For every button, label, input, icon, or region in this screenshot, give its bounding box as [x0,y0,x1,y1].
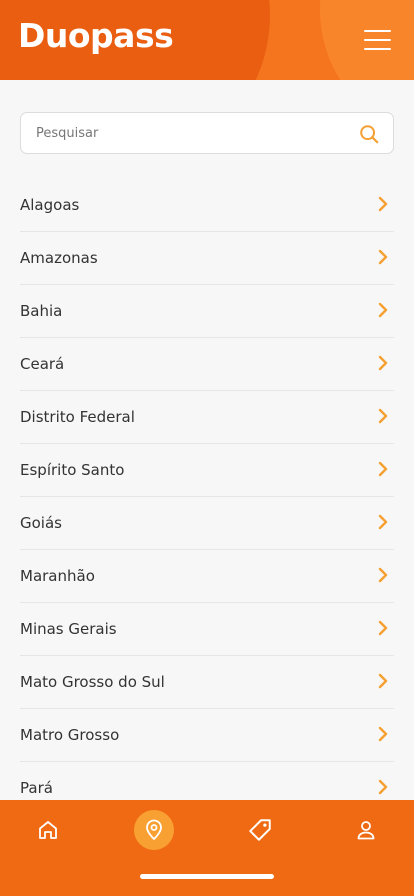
chevron-right-icon [378,408,388,424]
chevron-right-icon [378,567,388,583]
list-item-label: Matro Grosso [20,726,120,744]
list-item-label: Bahia [20,302,63,320]
app-logo: Duopass [18,16,174,55]
chevron-right-icon [378,196,388,212]
list-item-label: Espírito Santo [20,461,125,479]
list-item-label: Minas Gerais [20,620,117,638]
home-icon [39,821,57,839]
bottom-navigation [0,800,414,896]
list-item[interactable]: Distrito Federal [20,391,394,444]
list-item[interactable]: Amazonas [20,232,394,285]
chevron-right-icon [378,726,388,742]
search-box [20,112,394,154]
list-item[interactable]: Maranhão [20,550,394,603]
list-item[interactable]: Alagoas [20,179,394,232]
tag-icon [249,819,271,841]
nav-profile-button[interactable] [346,810,386,850]
list-item[interactable]: Bahia [20,285,394,338]
list-item[interactable]: Ceará [20,338,394,391]
search-input[interactable] [36,113,336,153]
nav-location-button[interactable] [134,810,174,850]
chevron-right-icon [378,620,388,636]
chevron-right-icon [378,673,388,689]
search-icon[interactable] [358,123,380,145]
list-item[interactable]: Minas Gerais [20,603,394,656]
list-item-label: Maranhão [20,567,95,585]
nav-offers-button[interactable] [240,810,280,850]
list-item-label: Alagoas [20,196,80,214]
nav-home-button[interactable] [28,810,68,850]
chevron-right-icon [378,355,388,371]
chevron-right-icon [378,302,388,318]
hamburger-menu-icon[interactable] [364,30,392,50]
list-item[interactable]: Mato Grosso do Sul [20,656,394,709]
chevron-right-icon [378,779,388,795]
location-pin-icon [146,819,162,840]
chevron-right-icon [378,514,388,530]
list-item-label: Mato Grosso do Sul [20,673,165,691]
list-item-label: Distrito Federal [20,408,135,426]
home-indicator [140,874,274,879]
app-header: Duopass [0,0,414,80]
list-item-label: Goiás [20,514,62,532]
chevron-right-icon [378,249,388,265]
list-item-label: Ceará [20,355,65,373]
list-item[interactable]: Goiás [20,497,394,550]
list-item[interactable]: Espírito Santo [20,444,394,497]
state-list: Alagoas Amazonas Bahia Ceará Distrito Fe… [20,179,394,815]
list-item-label: Pará [20,779,53,797]
list-item-label: Amazonas [20,249,98,267]
chevron-right-icon [378,461,388,477]
profile-icon [357,821,375,840]
list-item[interactable]: Matro Grosso [20,709,394,762]
